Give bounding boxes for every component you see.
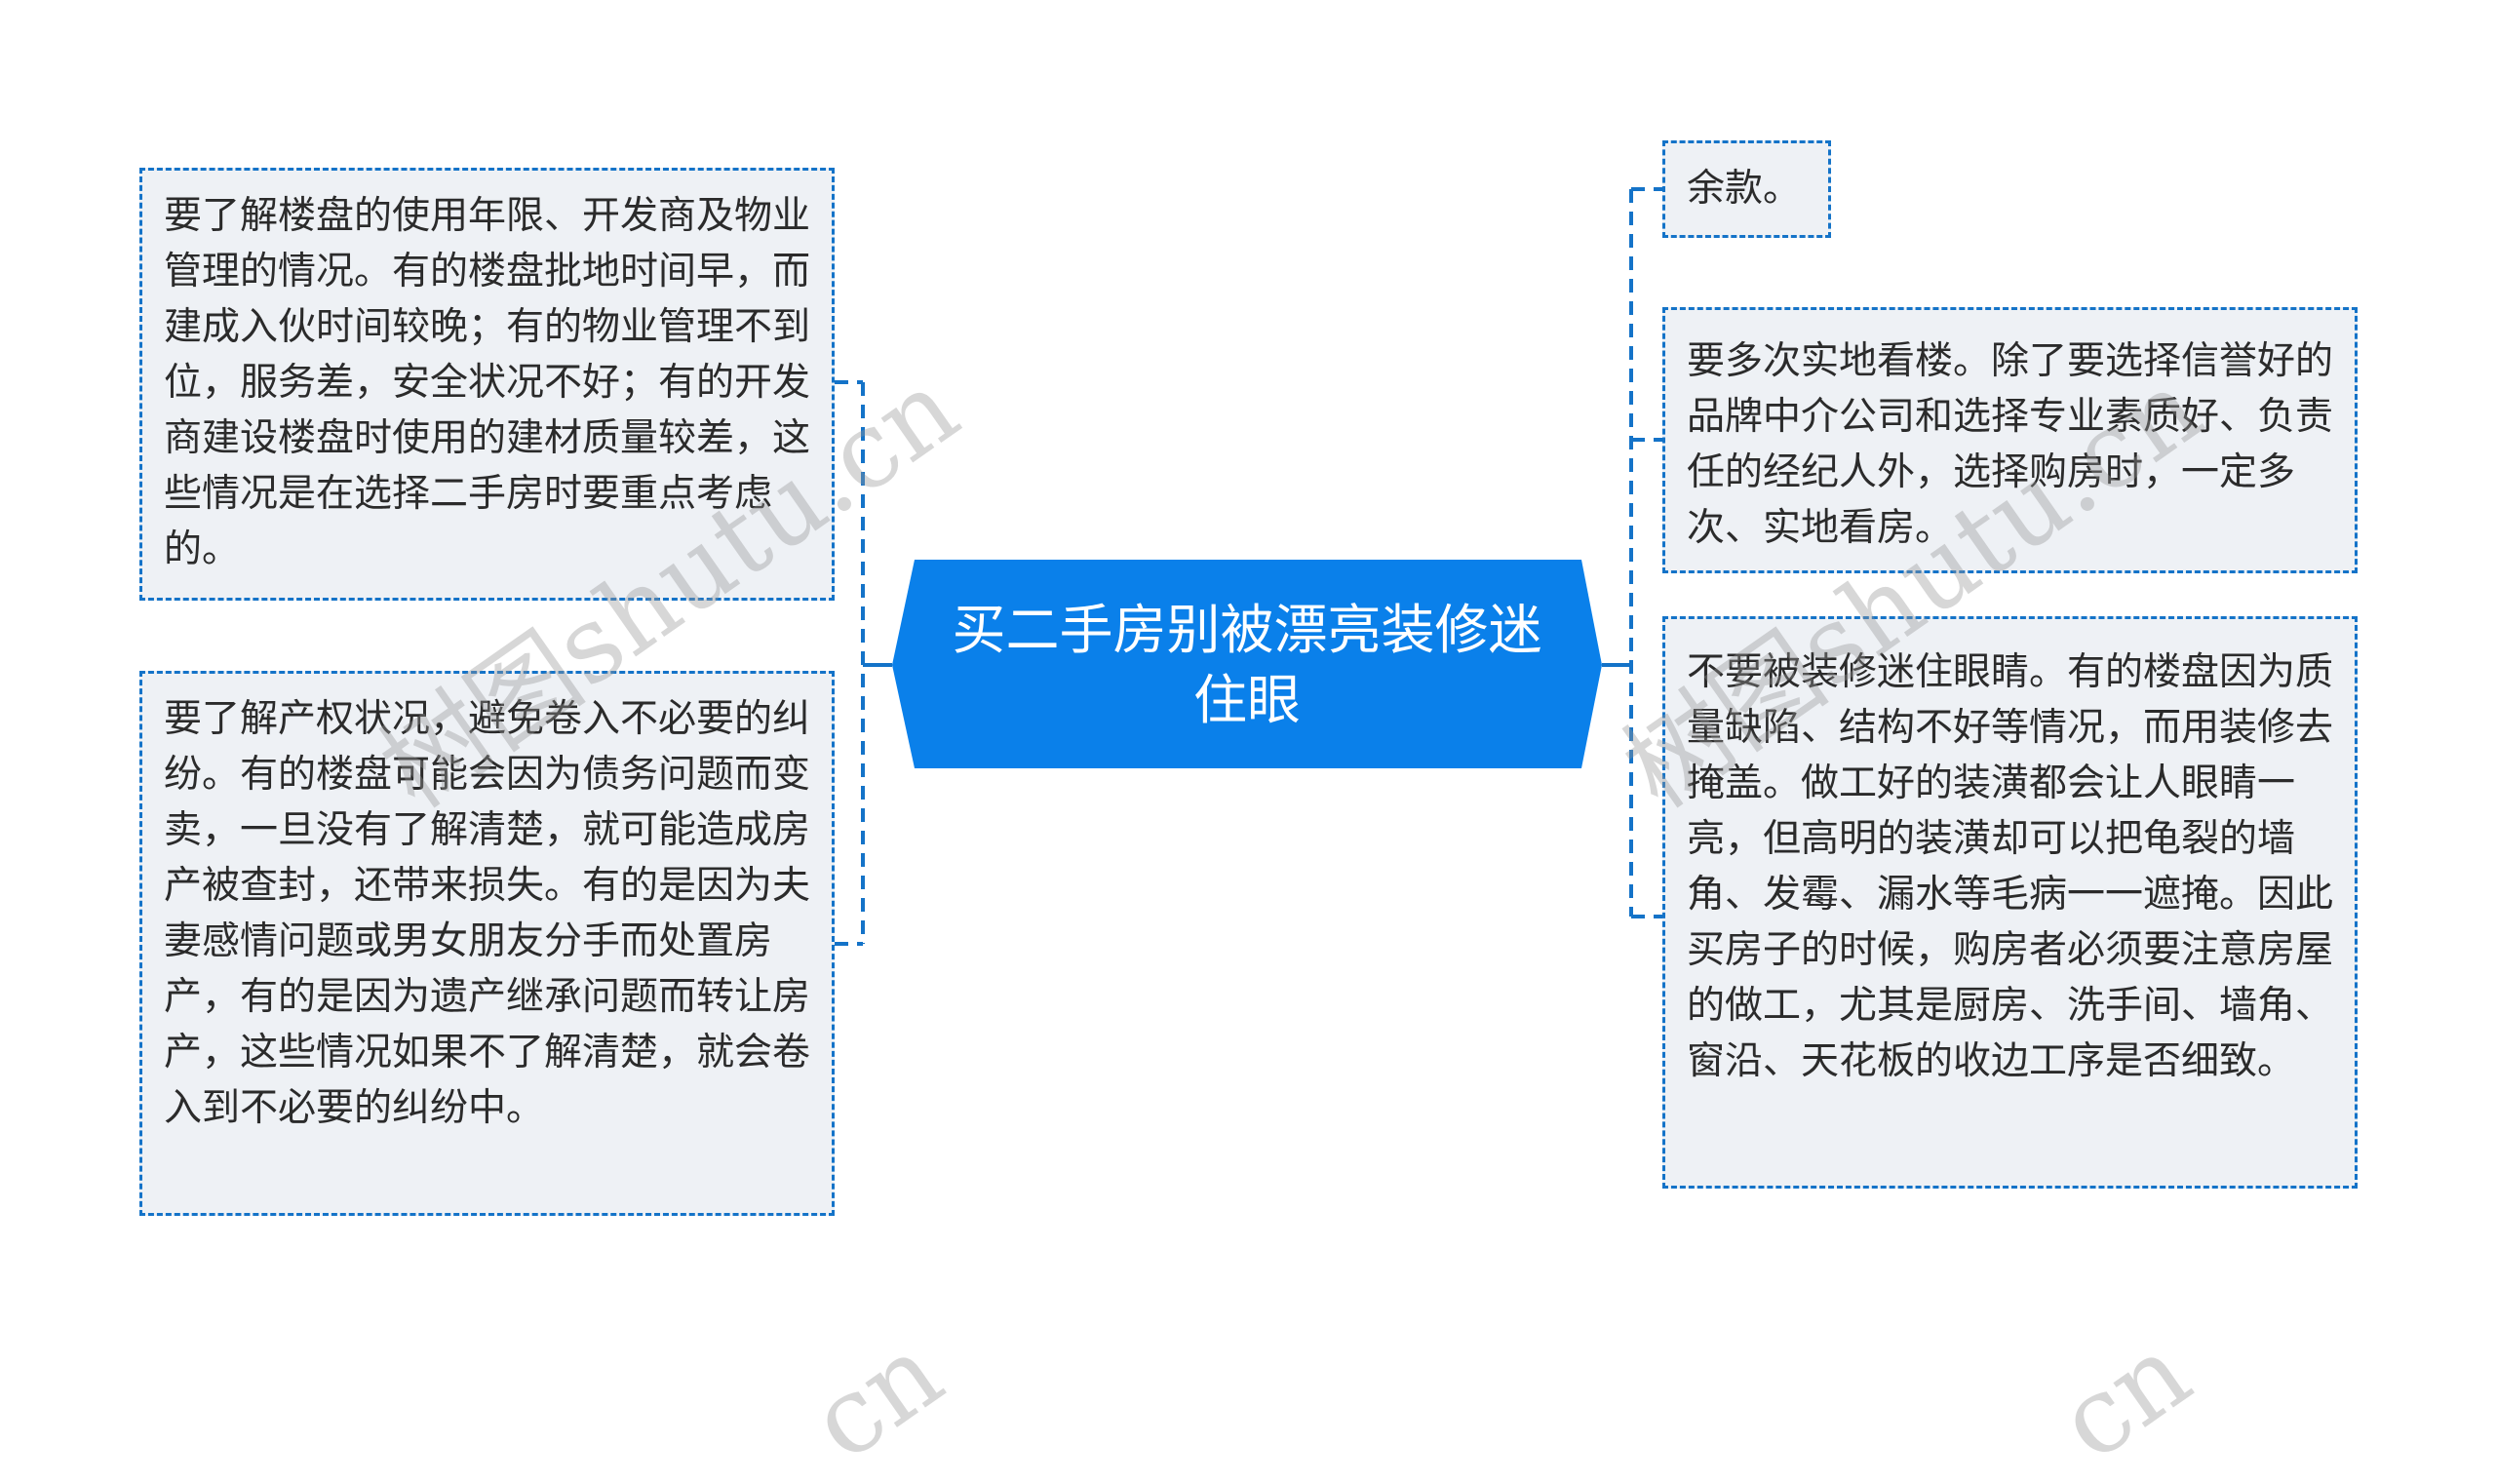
topic-text: 不要被装修迷住眼睛。有的楼盘因为质量缺陷、结构不好等情况，而用装修去掩盖。做工好… [1687, 650, 2334, 1083]
topic-text: 要多次实地看楼。除了要选择信誉好的品牌中介公司和选择专业素质好、负责任的经纪人外… [1687, 339, 2334, 550]
topic-node-balance[interactable]: 余款。 [1662, 140, 1831, 238]
topic-node-property-age[interactable]: 要了解楼盘的使用年限、开发商及物业管理的情况。有的楼盘批地时间早，而建成入伙时间… [139, 168, 835, 601]
topic-text: 要了解楼盘的使用年限、开发商及物业管理的情况。有的楼盘批地时间早，而建成入伙时间… [164, 194, 811, 571]
topic-node-site-visits[interactable]: 要多次实地看楼。除了要选择信誉好的品牌中介公司和选择专业素质好、负责任的经纪人外… [1662, 307, 2358, 573]
topic-node-property-rights[interactable]: 要了解产权状况，避免卷入不必要的纠纷。有的楼盘可能会因为债务问题而变卖，一旦没有… [139, 671, 835, 1216]
topic-text: 余款。 [1687, 167, 1802, 211]
topic-text: 要了解产权状况，避免卷入不必要的纠纷。有的楼盘可能会因为债务问题而变卖，一旦没有… [164, 697, 811, 1130]
root-topic-title: 买二手房别被漂亮装修迷住眼 [952, 598, 1542, 731]
root-topic-node[interactable]: 买二手房别被漂亮装修迷住眼 [892, 560, 1602, 769]
mind-map-canvas: 要了解楼盘的使用年限、开发商及物业管理的情况。有的楼盘批地时间早，而建成入伙时间… [0, 0, 2496, 1484]
topic-node-decoration[interactable]: 不要被装修迷住眼睛。有的楼盘因为质量缺陷、结构不好等情况，而用装修去掩盖。做工好… [1662, 616, 2358, 1189]
